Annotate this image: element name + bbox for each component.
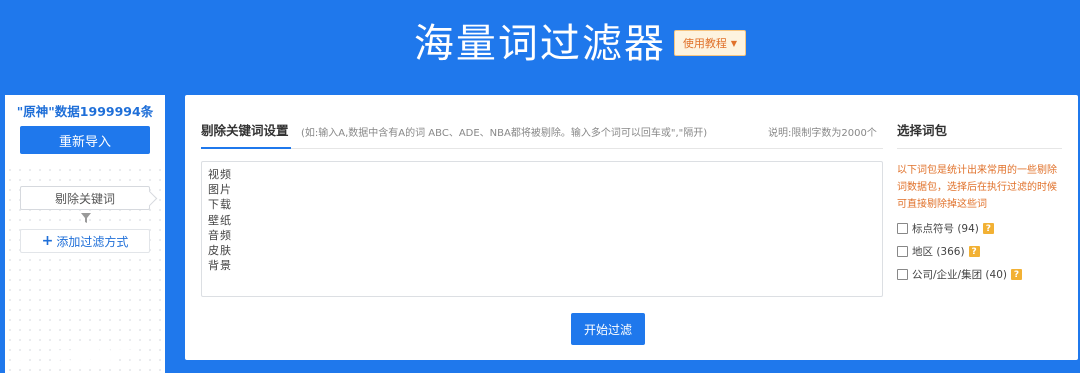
package-item-region[interactable]: 地区 (366) ?: [897, 244, 1062, 259]
keyword-line: 皮肤: [208, 244, 232, 258]
add-filter-label: 添加过滤方式: [56, 234, 129, 249]
funnel-icon: [80, 212, 92, 224]
help-icon[interactable]: ?: [982, 223, 994, 234]
keyword-line: 背景: [208, 259, 232, 273]
package-label: 公司/企业/集团 (40): [912, 269, 1007, 281]
app-header: 海量词过滤器 使用教程 ▼: [0, 0, 1080, 80]
data-count-label: "原神"数据1999994条: [16, 104, 154, 119]
brand-logo-icon: [11, 344, 49, 361]
tab-remove-keywords-settings[interactable]: 剔除关键词设置: [201, 121, 291, 149]
data-summary: "原神"数据1999994条 重新导入: [5, 95, 165, 164]
word-package-panel: 选择词包 以下词包是统计出来常用的一些剔除词数据包，选择后在执行过滤的时候可直接…: [897, 121, 1062, 282]
keyword-line: 图片: [208, 183, 232, 197]
package-item-punctuation[interactable]: 标点符号 (94) ?: [897, 221, 1062, 236]
package-checkbox[interactable]: [897, 246, 908, 257]
reimport-button[interactable]: 重新导入: [20, 126, 150, 154]
keyword-line: 视频: [208, 168, 232, 181]
main-panel: 剔除关键词设置 (如:输入A,数据中含有A的词 ABC、ADE、NBA都将被剔除…: [185, 95, 1078, 360]
filter-flow-sidebar: "原神"数据1999994条 重新导入 剔除关键词 + 添加过滤方式: [5, 95, 165, 373]
package-checkbox[interactable]: [897, 269, 908, 280]
keyword-line: 壁纸: [208, 213, 232, 227]
tab-hint-text: (如:输入A,数据中含有A的词 ABC、ADE、NBA都将被剔除。输入多个词可以…: [301, 128, 708, 139]
package-item-company[interactable]: 公司/企业/集团 (40) ?: [897, 267, 1062, 282]
watermark-text: 大数跨境: [54, 343, 135, 366]
filter-node-label: 剔除关键词: [54, 191, 115, 206]
help-icon[interactable]: ?: [968, 246, 980, 257]
package-label: 地区 (366): [912, 246, 965, 258]
add-filter-button[interactable]: + 添加过滤方式: [20, 229, 150, 253]
limit-note: 说明:限制字数为2000个: [768, 128, 877, 139]
caret-down-icon: ▼: [730, 38, 738, 48]
help-icon[interactable]: ?: [1010, 269, 1022, 280]
watermark: 大数跨境: [10, 340, 134, 366]
keyword-line: 音频: [208, 228, 232, 242]
package-label: 标点符号 (94): [912, 223, 979, 235]
keywords-textarea[interactable]: 视频 图片 下载 壁纸 音频 皮肤 背景: [201, 161, 883, 297]
package-checkbox[interactable]: [897, 223, 908, 234]
tutorial-label: 使用教程: [682, 37, 727, 50]
app-title: 海量词过滤器: [413, 21, 666, 67]
word-package-title: 选择词包: [897, 121, 1062, 149]
word-package-description: 以下词包是统计出来常用的一些剔除词数据包，选择后在执行过滤的时候可直接剔除掉这些…: [897, 165, 1057, 210]
filter-node-remove-keywords[interactable]: 剔除关键词: [20, 186, 150, 210]
plus-icon: +: [41, 233, 54, 249]
tutorial-dropdown-button[interactable]: 使用教程 ▼: [673, 30, 747, 56]
start-filter-button[interactable]: 开始过滤: [571, 313, 645, 345]
keyword-line: 下载: [208, 198, 232, 212]
